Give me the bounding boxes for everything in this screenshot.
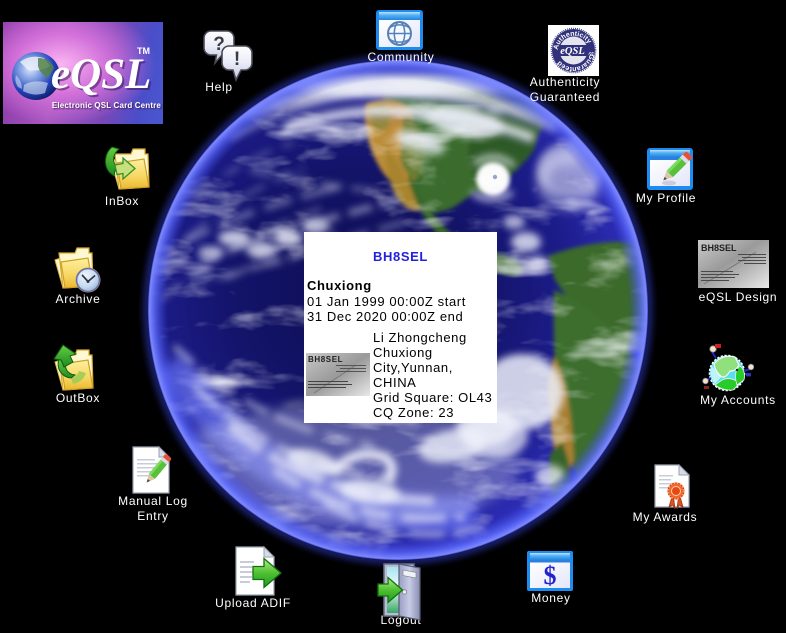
svg-text:TM: TM	[137, 46, 150, 56]
svg-text:$: $	[544, 561, 557, 590]
svg-text:?: ?	[213, 34, 225, 55]
svg-text:!: !	[234, 49, 240, 70]
svg-text:BH8SEL: BH8SEL	[701, 243, 737, 253]
svg-text:eQSL: eQSL	[560, 46, 585, 57]
svg-text:BH8SEL: BH8SEL	[308, 355, 343, 364]
svg-text:eQSL: eQSL	[51, 51, 151, 98]
